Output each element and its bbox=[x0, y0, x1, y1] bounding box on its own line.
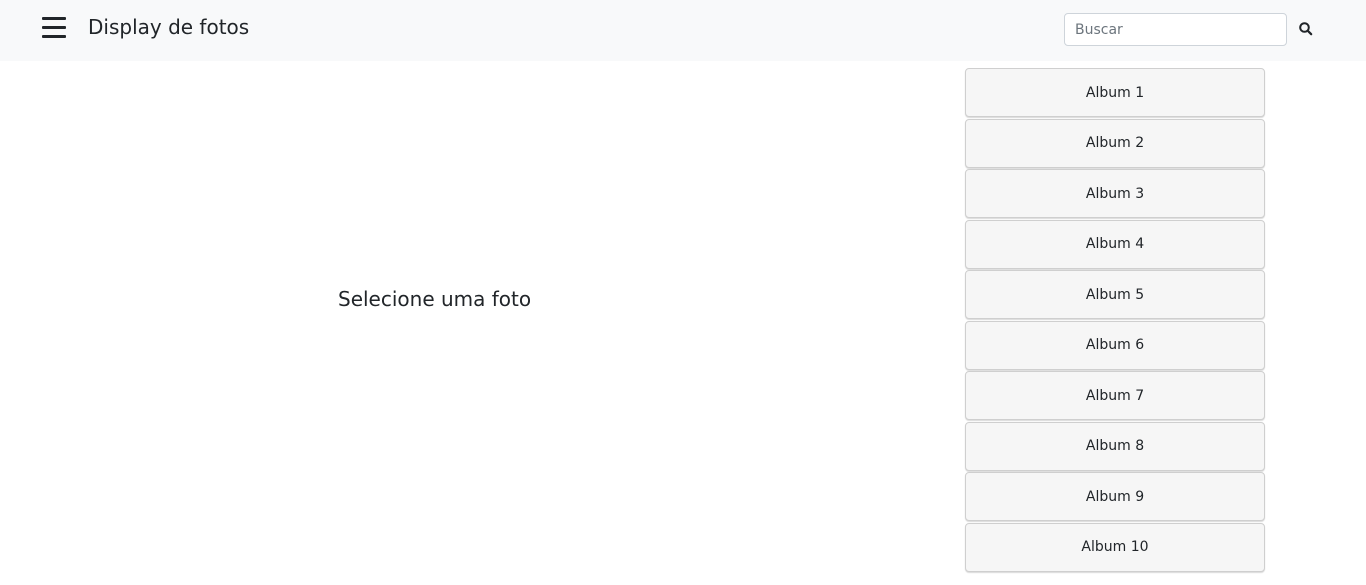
select-photo-placeholder: Selecione uma foto bbox=[338, 287, 532, 311]
hamburger-menu-icon[interactable] bbox=[36, 12, 72, 44]
album-button[interactable]: Album 8 bbox=[965, 421, 1265, 471]
album-button[interactable]: Album 3 bbox=[965, 169, 1265, 218]
album-button[interactable]: Album 6 bbox=[965, 320, 1265, 370]
album-button[interactable]: Album 1 bbox=[965, 68, 1265, 117]
search-input[interactable] bbox=[1064, 13, 1287, 46]
app-title: Display de fotos bbox=[88, 15, 250, 39]
album-button[interactable]: Album 4 bbox=[965, 219, 1265, 269]
album-list: Album 1 Album 2 Album 3 Album 4 Album 5 … bbox=[965, 68, 1265, 573]
album-button[interactable]: Album 9 bbox=[965, 472, 1265, 521]
album-button[interactable]: Album 5 bbox=[965, 270, 1265, 319]
album-button[interactable]: Album 10 bbox=[965, 522, 1265, 572]
search-icon[interactable] bbox=[1294, 17, 1318, 41]
top-navbar: Display de fotos bbox=[0, 0, 1366, 61]
album-button[interactable]: Album 7 bbox=[965, 371, 1265, 420]
album-button[interactable]: Album 2 bbox=[965, 118, 1265, 168]
